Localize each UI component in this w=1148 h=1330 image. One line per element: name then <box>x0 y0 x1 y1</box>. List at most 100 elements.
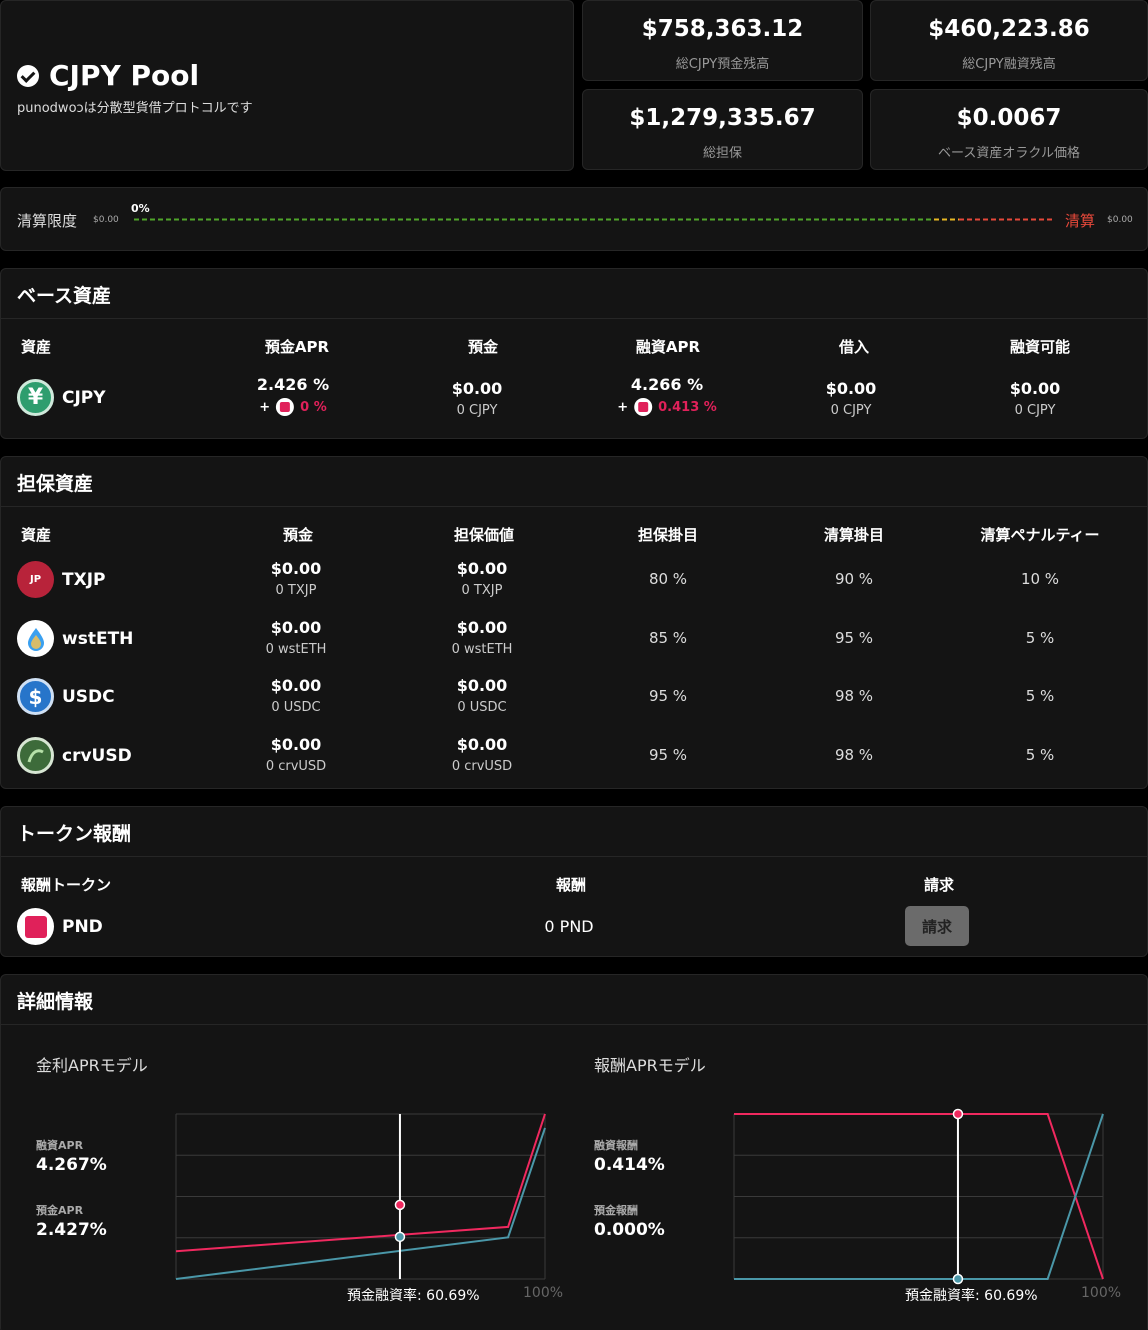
liquidation-max-value: $0.00 <box>1107 215 1133 225</box>
deposit-cell: $0.00 0 wstETH <box>266 618 327 657</box>
drop-glyph <box>27 627 44 651</box>
divider <box>1 506 1147 507</box>
deposit-usd: $0.00 <box>270 618 322 637</box>
stat-label: 総CJPY融資残高 <box>962 57 1056 72</box>
current-point-0 <box>394 1199 406 1211</box>
deposit-usd: $0.00 <box>270 559 322 578</box>
asset-wsteth[interactable]: wstETH <box>17 620 133 657</box>
supply-reward-value: 0.000% <box>594 1220 665 1240</box>
token-rewards-section: トークン報酬 報酬トークン 報酬 請求 PND 0 PND <box>0 806 1148 957</box>
asset-symbol: TXJP <box>62 569 106 590</box>
utilization-label: 預金融資率: 60.69% <box>905 1288 1038 1304</box>
collateral-factor: 95 % <box>648 687 688 705</box>
collateral-value-usd: $0.00 <box>456 735 508 754</box>
collateral-value-cell: $0.00 0 crvUSD <box>452 735 512 774</box>
asset-txjp[interactable]: JP TXJP <box>17 561 106 598</box>
collateral-value-usd: $0.00 <box>456 676 508 695</box>
deposit-amount: 0 wstETH <box>265 642 327 657</box>
stat-total-collateral: $1,279,335.67 総担保 <box>582 89 863 170</box>
borrow-reward-value: 0.414% <box>594 1155 665 1175</box>
interest-chart-title: 金利APRモデル <box>36 1056 148 1075</box>
supply-apr-value: 2.427% <box>36 1220 107 1240</box>
interest-apr-chart[interactable] <box>175 1113 546 1280</box>
pnd-glyph <box>24 915 47 938</box>
collateral-value-usd: $0.00 <box>456 559 508 578</box>
claim-button[interactable]: 請求 <box>905 906 969 946</box>
borrow-amount: 0 CJPY <box>830 403 872 418</box>
stat-value: $0.0067 <box>956 105 1062 131</box>
section-title: 担保資産 <box>17 473 94 495</box>
deposit-cell: $0.00 0 TXJP <box>271 559 322 598</box>
reward-symbol: PND <box>62 916 103 937</box>
available-cell: $0.00 0 CJPY <box>1010 379 1061 418</box>
borrow-reward-label: 融資報酬 <box>594 1139 638 1152</box>
current-point-1 <box>394 1231 406 1243</box>
column-header: 清算ペナルティー <box>980 526 1100 544</box>
asset-crvusd[interactable]: crvUSD <box>17 737 132 774</box>
column-header: 担保掛目 <box>637 526 699 544</box>
current-point-0 <box>952 1108 964 1120</box>
column-header: 担保価値 <box>453 526 515 544</box>
column-header: 預金 <box>467 338 499 356</box>
borrow-apr-cell: 4.266 % + 0.413 % <box>617 375 717 416</box>
liquidation-penalty: 10 % <box>1020 570 1060 588</box>
pnd-token-icon <box>634 398 653 416</box>
reward-apr-chart[interactable] <box>733 1108 1104 1285</box>
asset-symbol: crvUSD <box>62 745 132 766</box>
deposit-usd: $0.00 <box>270 735 322 754</box>
x-axis-max-label: 100% <box>523 1285 564 1301</box>
utilization-label: 預金融資率: 60.69% <box>347 1288 480 1304</box>
usdc-coin-icon: $ <box>17 678 54 715</box>
liquidation-factor: 98 % <box>834 746 874 764</box>
column-header: 預金 <box>282 526 314 544</box>
deposit-cell: $0.00 0 USDC <box>271 676 322 715</box>
pnd-token-icon <box>276 398 295 416</box>
column-header: 資産 <box>21 338 52 356</box>
deposit-amount: 0 crvUSD <box>265 759 327 774</box>
supply-amount: 0 CJPY <box>456 403 498 418</box>
deposit-usd: $0.00 <box>270 676 322 695</box>
supply-apr-cell: 2.426 % + 0 % <box>257 375 329 416</box>
collateral-factor: 85 % <box>648 629 688 647</box>
column-header: 融資可能 <box>1009 338 1071 356</box>
asset-usdc[interactable]: $ USDC <box>17 678 115 715</box>
liquidation-min-value: $0.00 <box>93 215 119 225</box>
supply-cell: $0.00 0 CJPY <box>452 379 503 418</box>
supply-reward-apr: 0 % <box>300 399 327 415</box>
pool-title: CJPY Pool <box>17 59 199 92</box>
collateral-value-amount: 0 USDC <box>457 700 507 715</box>
column-header: 資産 <box>21 526 52 544</box>
collateral-value-cell: $0.00 0 wstETH <box>452 618 513 657</box>
stat-value: $460,223.86 <box>928 16 1090 42</box>
reward-amount: 0 PND <box>544 917 594 936</box>
collateral-value-cell: $0.00 0 USDC <box>457 676 508 715</box>
liquidation-percent: 0% <box>131 202 150 215</box>
column-header: 請求 <box>923 876 955 894</box>
liquidation-limit-card: 清算限度 $0.00 0% 清算 $0.00 <box>0 187 1148 251</box>
stat-oracle-price: $0.0067 ベース資産オラクル価格 <box>870 89 1148 170</box>
available-amount: 0 CJPY <box>1014 403 1056 418</box>
collateral-value-amount: 0 TXJP <box>461 583 503 598</box>
liquidation-factor: 98 % <box>834 687 874 705</box>
borrow-apr-value: 4.267% <box>36 1155 107 1175</box>
liquidation-end-label: 清算 <box>1065 212 1096 230</box>
pool-description: punodwoɔは分散型貨借プロトコルです <box>17 101 253 116</box>
asset-symbol: USDC <box>62 686 115 707</box>
stat-value: $758,363.12 <box>641 16 804 42</box>
divider <box>1 856 1147 857</box>
collateral-factor: 95 % <box>648 746 688 764</box>
supply-usd: $0.00 <box>451 379 503 398</box>
stat-label: ベース資産オラクル価格 <box>938 146 1080 161</box>
plus-sign: + <box>259 399 271 415</box>
supply-apr: 2.426 % <box>256 375 330 394</box>
series-line-0 <box>175 1113 546 1253</box>
asset-cjpy[interactable]: ¥ CJPY <box>17 379 106 416</box>
borrow-reward-row: + 0.413 % <box>617 398 717 416</box>
column-header: 借入 <box>838 338 870 356</box>
collateral-value-amount: 0 wstETH <box>451 642 513 657</box>
liquidation-penalty: 5 % <box>1025 629 1055 647</box>
pool-name: CJPY Pool <box>49 59 200 92</box>
supply-apr-label: 預金APR <box>36 1204 84 1217</box>
stat-value: $1,279,335.67 <box>629 105 816 131</box>
reward-token-pnd: PND <box>17 908 103 945</box>
